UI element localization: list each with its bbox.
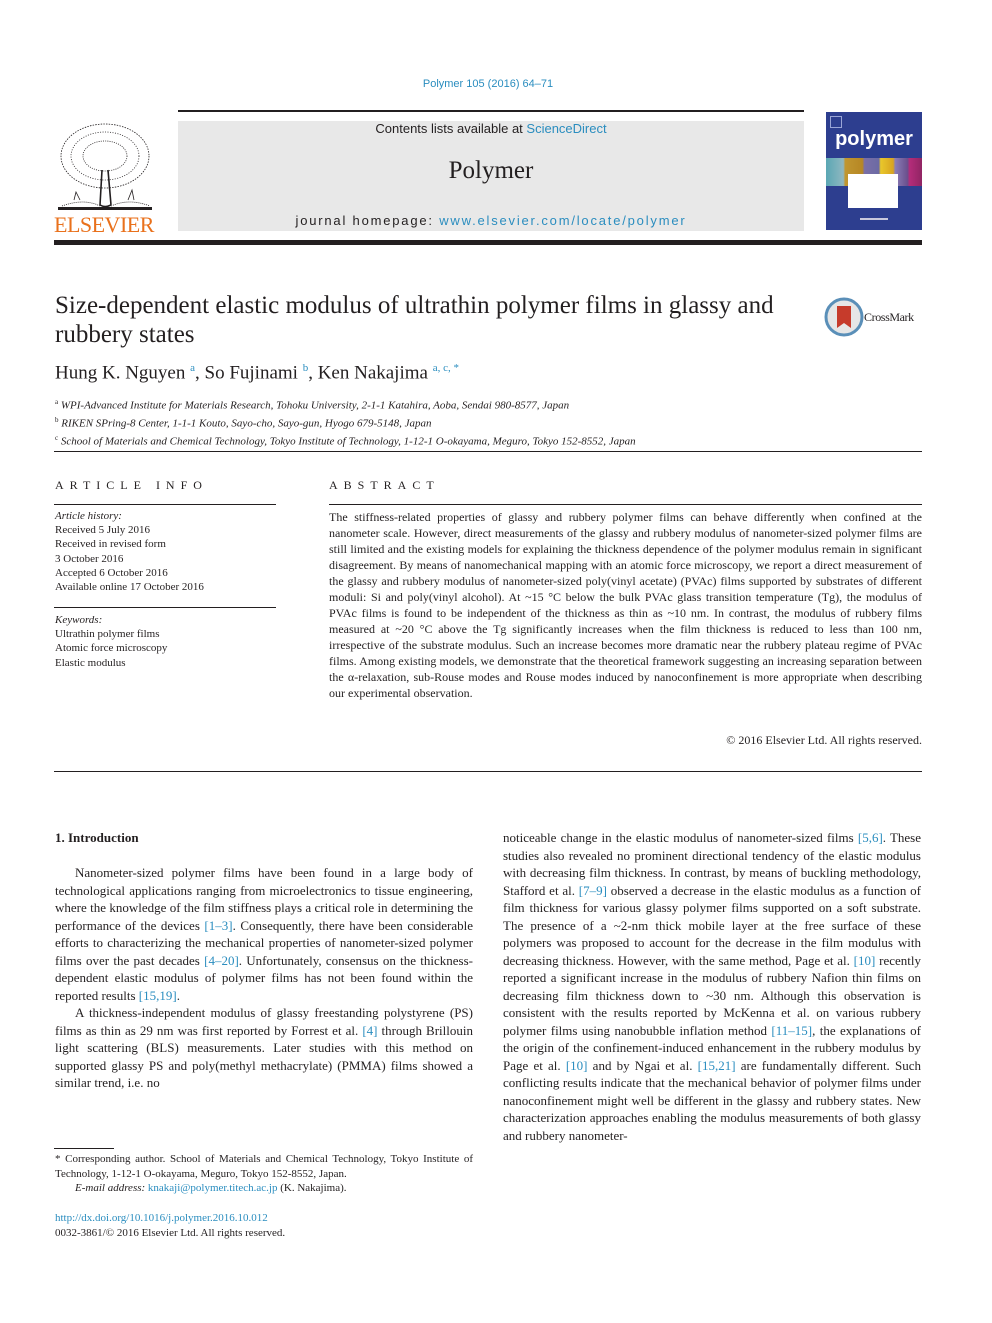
- author-name[interactable]: So Fujinami: [205, 362, 298, 383]
- cover-figure: [848, 174, 898, 208]
- elsevier-wordmark: ELSEVIER: [54, 212, 154, 237]
- contents-line: Contents lists available at ScienceDirec…: [375, 121, 607, 136]
- affiliation-item: b RIKEN SPring-8 Center, 1-1-1 Kouto, Sa…: [55, 416, 432, 430]
- journal-banner: Contents lists available at ScienceDirec…: [178, 121, 804, 231]
- author-name[interactable]: Ken Nakajima: [318, 362, 428, 383]
- crossmark-label[interactable]: CrossMark: [864, 310, 914, 325]
- header-rule: [178, 110, 804, 112]
- sciencedirect-link[interactable]: ScienceDirect: [526, 121, 606, 136]
- citation-link[interactable]: [15,19]: [139, 988, 177, 1003]
- body-paragraph: Nanometer-sized polymer films have been …: [55, 864, 473, 1004]
- article-info-heading: ARTICLE INFO: [55, 478, 208, 492]
- homepage-line: journal homepage: www.elsevier.com/locat…: [295, 213, 687, 228]
- journal-citation-link[interactable]: Polymer 105 (2016) 64–71: [0, 78, 976, 90]
- author-name[interactable]: Hung K. Nguyen: [55, 362, 185, 383]
- section-heading-introduction: 1. Introduction: [55, 830, 139, 845]
- history-item: Received in revised form: [55, 538, 166, 551]
- history-item: Accepted 6 October 2016: [55, 566, 168, 579]
- citation-link[interactable]: [1–3]: [204, 918, 232, 933]
- author-email-link[interactable]: knakaji@polymer.titech.ac.jp: [148, 1182, 278, 1194]
- keywords-rule: [54, 607, 276, 608]
- doi-block: http://dx.doi.org/10.1016/j.polymer.2016…: [55, 1211, 285, 1241]
- journal-cover-image[interactable]: polymer: [826, 112, 922, 230]
- crossmark-icon[interactable]: [824, 297, 864, 337]
- keyword-item: Elastic modulus: [55, 656, 126, 669]
- history-item: Available online 17 October 2016: [55, 581, 204, 594]
- citation-link[interactable]: [15,21]: [698, 1058, 736, 1073]
- body-paragraph: noticeable change in the elastic modulus…: [503, 829, 921, 1144]
- citation-link[interactable]: [10]: [854, 953, 876, 968]
- author-list: Hung K. Nguyen a, So Fujinami b, Ken Nak…: [55, 362, 459, 384]
- keywords-label: Keywords:: [55, 614, 103, 626]
- author-affiliation-marker[interactable]: a, c, *: [433, 362, 459, 374]
- corresponding-author-footnote: * Corresponding author. School of Materi…: [55, 1152, 473, 1196]
- abstract-heading: ABSTRACT: [329, 478, 440, 492]
- abstract-rule: [329, 504, 922, 505]
- keyword-item: Ultrathin polymer films: [55, 628, 160, 641]
- journal-homepage-link[interactable]: www.elsevier.com/locate/polymer: [439, 213, 686, 228]
- body-paragraph: A thickness-independent modulus of glass…: [55, 1004, 473, 1092]
- article-title: Size-dependent elastic modulus of ultrat…: [55, 292, 774, 348]
- citation-link[interactable]: [11–15]: [771, 1023, 812, 1038]
- cover-logo-badge: [830, 116, 842, 128]
- keywords: Keywords: Ultrathin polymer films Atomic…: [55, 613, 167, 670]
- corresponding-author-text: * Corresponding author. School of Materi…: [55, 1153, 473, 1180]
- keyword-item: Atomic force microscopy: [55, 642, 168, 655]
- affiliation-item: c School of Materials and Chemical Techn…: [55, 434, 636, 448]
- article-history-label: Article history:: [55, 510, 122, 522]
- issn-copyright: 0032-3861/© 2016 Elsevier Ltd. All right…: [55, 1227, 286, 1239]
- email-line: E-mail address: knakaji@polymer.titech.a…: [75, 1182, 347, 1194]
- body-text: noticeable change in the elastic modulus…: [503, 830, 858, 845]
- footnote-rule: [54, 1148, 114, 1149]
- citation-link[interactable]: [10]: [566, 1058, 588, 1073]
- citation-link[interactable]: [7–9]: [579, 883, 607, 898]
- header-thick-rule: [54, 240, 922, 245]
- abstract-bottom-rule: [54, 771, 922, 772]
- citation-link[interactable]: [5,6]: [858, 830, 883, 845]
- citation-link[interactable]: [4]: [362, 1023, 377, 1038]
- abstract-copyright: © 2016 Elsevier Ltd. All rights reserved…: [726, 733, 922, 747]
- cover-title: polymer: [835, 128, 913, 150]
- body-column-left: Nanometer-sized polymer films have been …: [55, 864, 473, 1092]
- body-text: .: [176, 987, 180, 1003]
- doi-link[interactable]: http://dx.doi.org/10.1016/j.polymer.2016…: [55, 1211, 285, 1226]
- body-column-right: noticeable change in the elastic modulus…: [503, 829, 921, 1144]
- affiliation-item: a WPI-Advanced Institute for Materials R…: [55, 398, 570, 412]
- journal-title: Polymer: [448, 157, 534, 184]
- section-divider: [54, 451, 922, 452]
- history-item: 3 October 2016: [55, 552, 124, 565]
- article-info-rule: [54, 504, 276, 505]
- history-item: Received 5 July 2016: [55, 524, 151, 537]
- affiliations: a WPI-Advanced Institute for Materials R…: [55, 395, 636, 449]
- citation-link[interactable]: [4–20]: [204, 953, 239, 968]
- cover-editor-line: [860, 218, 888, 220]
- abstract-text: The stiffness-related properties of glas…: [329, 510, 922, 700]
- body-text: and by Ngai et al.: [587, 1057, 698, 1073]
- article-history: Article history: Received 5 July 2016 Re…: [55, 509, 204, 594]
